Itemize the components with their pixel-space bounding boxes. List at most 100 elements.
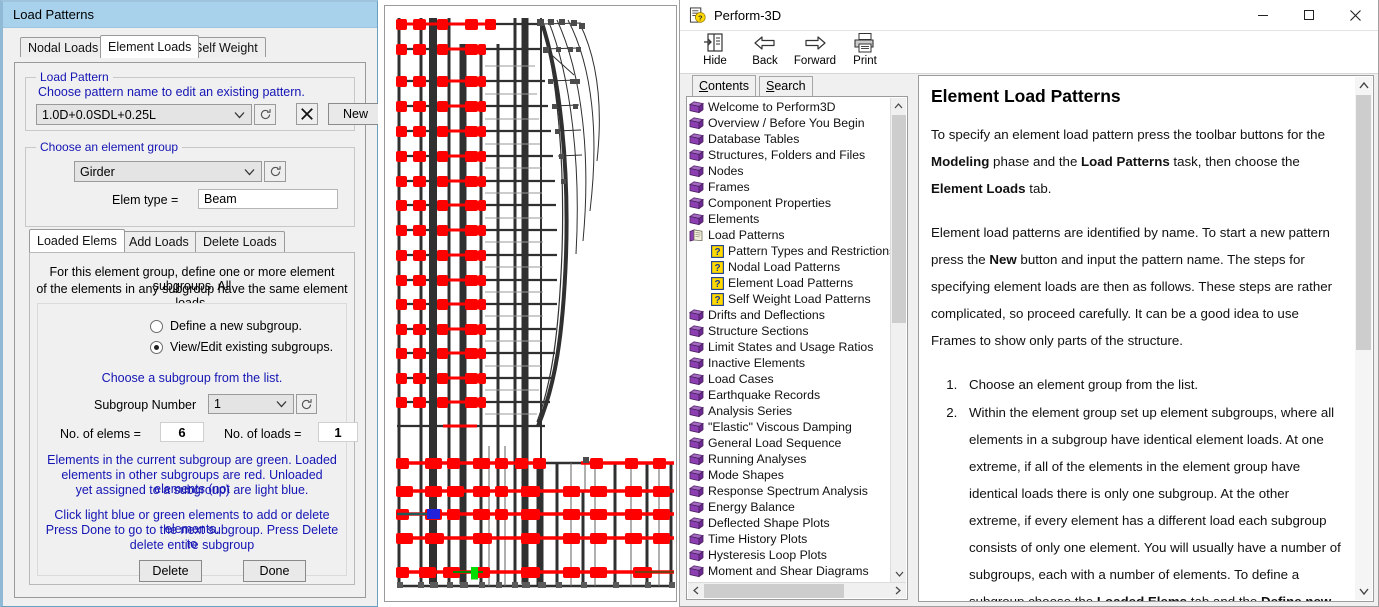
tree-item[interactable]: Mode Shapes	[689, 467, 890, 483]
tree-item[interactable]: Moment and Shear Diagrams	[689, 563, 890, 579]
maximize-button[interactable]	[1286, 0, 1332, 31]
svg-text:?: ?	[698, 13, 703, 22]
tab-search-label: earch	[774, 79, 805, 93]
chevron-right-icon	[895, 586, 901, 595]
tree-item[interactable]: Drifts and Deflections	[689, 307, 890, 323]
tree-item[interactable]: Hysteresis Loop Plots	[689, 547, 890, 563]
tree-item[interactable]: Inactive Elements	[689, 355, 890, 371]
scroll-left-arrow[interactable]	[688, 586, 704, 595]
tree-item[interactable]: Elements	[689, 211, 890, 227]
subgroup-number-combo[interactable]: 1	[208, 394, 294, 414]
scroll-down-arrow[interactable]	[891, 566, 907, 582]
tab-contents[interactable]: Contents	[692, 75, 756, 96]
tree-item-label: Frames	[708, 180, 750, 194]
tab-contents-accelerator: C	[699, 79, 708, 93]
radio-view-edit-subgroups[interactable]: View/Edit existing subgroups.	[150, 340, 333, 354]
loaded-elems-panel: For this element group, define one or mo…	[29, 252, 355, 585]
tree-item[interactable]: ?Self Weight Load Patterns	[689, 291, 890, 307]
tab-loaded-elems[interactable]: Loaded Elems	[29, 229, 125, 252]
closed-book-icon	[689, 533, 704, 546]
tab-add-loads[interactable]: Add Loads	[121, 231, 197, 252]
tree-item[interactable]: Frames	[689, 179, 890, 195]
doc-scroll-down-arrow[interactable]	[1355, 583, 1372, 600]
help-navigation-pane: Contents Search Welcome to Perform3DOver…	[680, 75, 912, 606]
tree-item[interactable]: "Elastic" Viscous Damping	[689, 419, 890, 435]
close-button[interactable]	[1332, 0, 1378, 31]
help-topic-icon: ?	[711, 293, 724, 306]
toolbar-forward-button[interactable]: Forward	[790, 31, 840, 67]
load-pattern-combo[interactable]: 1.0D+0.0SDL+0.25L	[36, 104, 252, 125]
minimize-button[interactable]	[1240, 0, 1286, 31]
no-of-loads-label: No. of loads =	[224, 427, 301, 441]
tree-item[interactable]: Limit States and Usage Ratios	[689, 339, 890, 355]
tab-delete-loads[interactable]: Delete Loads	[195, 231, 285, 252]
tree-item[interactable]: Energy Balance	[689, 499, 890, 515]
document-vertical-scrollbar[interactable]	[1355, 77, 1372, 600]
tree-item[interactable]: Load Patterns	[689, 227, 890, 243]
doc-scroll-up-arrow[interactable]	[1355, 77, 1372, 94]
model-viewport[interactable]	[378, 0, 683, 607]
tree-item[interactable]: Running Analyses	[689, 451, 890, 467]
scroll-up-arrow[interactable]	[891, 98, 906, 114]
element-group-refresh-button[interactable]	[264, 161, 286, 182]
tree-item[interactable]: Earthquake Records	[689, 387, 890, 403]
tab-element-loads[interactable]: Element Loads	[100, 35, 199, 58]
chevron-up-icon	[1359, 82, 1369, 89]
tree-scroll-thumb[interactable]	[892, 115, 906, 323]
tree-item[interactable]: Load Cases	[689, 371, 890, 387]
help-window-titlebar[interactable]: ? Perform-3D	[680, 0, 1378, 31]
tree-item-label: Load Patterns	[708, 228, 785, 242]
load-pattern-combo-value: 1.0D+0.0SDL+0.25L	[42, 108, 156, 122]
document-paragraph-2: Element load patterns are identified by …	[931, 219, 1343, 354]
tree-item[interactable]: Time History Plots	[689, 531, 890, 547]
closed-book-icon	[689, 133, 704, 146]
tree-item[interactable]: Component Properties	[689, 195, 890, 211]
closed-book-icon	[689, 117, 704, 130]
radio-define-new-subgroup[interactable]: Define a new subgroup.	[150, 319, 302, 333]
tree-item[interactable]: Nodes	[689, 163, 890, 179]
tree-item-label: Element Load Patterns	[728, 276, 853, 290]
perform3d-help-window: ? Perform-3D	[679, 0, 1379, 607]
tree-item[interactable]: Response Spectrum Analysis	[689, 483, 890, 499]
element-group-combo[interactable]: Girder	[74, 161, 262, 182]
tree-item[interactable]: Analysis Series	[689, 403, 890, 419]
tree-item[interactable]: Database Tables	[689, 131, 890, 147]
tree-hscroll-thumb[interactable]	[704, 584, 844, 598]
delete-pattern-button[interactable]	[296, 103, 318, 125]
tab-nodal-loads[interactable]: Nodal Loads	[20, 37, 106, 57]
tree-item[interactable]: Structures, Folders and Files	[689, 147, 890, 163]
load-pattern-refresh-button[interactable]	[254, 104, 276, 125]
subgroup-refresh-button[interactable]	[296, 394, 317, 414]
tree-horizontal-scrollbar[interactable]	[688, 582, 906, 598]
contents-tree[interactable]: Welcome to Perform3DOverview / Before Yo…	[689, 99, 890, 581]
tab-search[interactable]: Search	[759, 76, 813, 96]
tree-item[interactable]: General Load Sequence	[689, 435, 890, 451]
structure-drawing[interactable]	[384, 5, 677, 602]
toolbar-hide-button[interactable]: Hide	[690, 31, 740, 67]
refresh-icon	[259, 108, 272, 121]
tree-item-label: Structure Sections	[708, 324, 808, 338]
toolbar-print-button[interactable]: Print	[840, 31, 890, 67]
tree-item[interactable]: ?Pattern Types and Restrictions	[689, 243, 890, 259]
tree-item-label: Time History Plots	[708, 532, 807, 546]
tree-vertical-scrollbar[interactable]	[890, 98, 906, 582]
done-button[interactable]: Done	[243, 560, 306, 582]
tree-item[interactable]: Overview / Before You Begin	[689, 115, 890, 131]
tree-item[interactable]: Deflected Shape Plots	[689, 515, 890, 531]
tree-item[interactable]: ?Element Load Patterns	[689, 275, 890, 291]
delete-subgroup-button[interactable]: Delete	[139, 560, 202, 582]
tree-item[interactable]: Structure Sections	[689, 323, 890, 339]
no-of-elems-value-field: 6	[160, 422, 204, 442]
closed-book-icon	[689, 549, 704, 562]
tree-item-label: Analysis Series	[708, 404, 792, 418]
tree-item[interactable]: Welcome to Perform3D	[689, 99, 890, 115]
toolbar-back-button[interactable]: Back	[740, 31, 790, 67]
structure-svg	[385, 6, 676, 601]
new-pattern-button[interactable]: New	[328, 103, 383, 125]
closed-book-icon	[689, 453, 704, 466]
unloaded-element-marker	[427, 509, 440, 519]
tree-item[interactable]: ?Nodal Load Patterns	[689, 259, 890, 275]
load-pattern-hint: Choose pattern name to edit an existing …	[38, 85, 305, 99]
doc-scroll-thumb[interactable]	[1356, 95, 1371, 350]
scroll-right-arrow[interactable]	[890, 586, 906, 595]
